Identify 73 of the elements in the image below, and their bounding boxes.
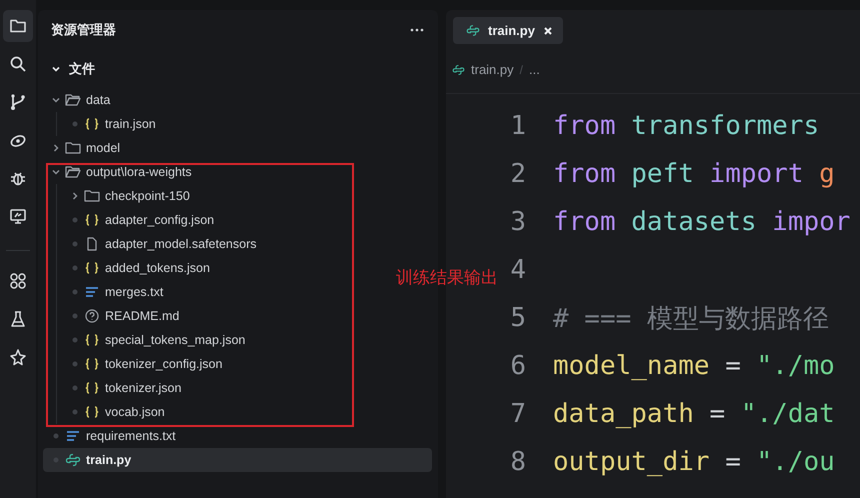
grid-icon	[9, 272, 27, 290]
annotation-label: 训练结果输出	[396, 267, 498, 289]
line-number: 7	[510, 399, 526, 429]
panel-title: 资源管理器	[51, 21, 116, 39]
close-icon[interactable]	[542, 26, 553, 36]
dot-icon	[70, 311, 80, 321]
file-item[interactable]: train.py	[43, 448, 432, 472]
open-folder-icon	[65, 165, 81, 179]
open-folder-icon	[65, 93, 81, 107]
dot-icon	[70, 287, 80, 297]
branch-icon	[9, 93, 27, 111]
dot-icon	[51, 431, 61, 441]
braces-icon	[84, 357, 100, 371]
code-line: model_name = "./mo	[553, 351, 835, 381]
code-line: from peft import g	[553, 159, 835, 189]
file-item[interactable]: train.json	[43, 112, 432, 136]
code-line: # === 模型与数据路径	[553, 302, 829, 336]
braces-icon	[84, 213, 100, 227]
star-icon	[9, 348, 27, 366]
dot-icon	[70, 239, 80, 249]
file-item[interactable]: adapter_model.safetensors	[43, 232, 432, 256]
dot-icon	[70, 383, 80, 393]
file-item[interactable]: tokenizer_config.json	[43, 352, 432, 376]
line-number: 2	[510, 159, 526, 189]
folder-icon	[65, 141, 81, 155]
folder-item[interactable]: model	[43, 136, 432, 160]
braces-icon	[84, 261, 100, 275]
file-item[interactable]: adapter_config.json	[43, 208, 432, 232]
search-icon	[9, 55, 27, 73]
tab-label: train.py	[488, 23, 535, 38]
dot-icon	[70, 119, 80, 129]
dot-icon	[70, 359, 80, 369]
flask-icon	[9, 310, 27, 328]
code-line: data_path = "./dat	[553, 399, 835, 429]
file-item[interactable]: README.md	[43, 304, 432, 328]
braces-icon	[84, 333, 100, 347]
files-icon	[9, 17, 27, 35]
line-number: 3	[510, 207, 526, 237]
dot-icon	[70, 263, 80, 273]
editor-tab[interactable]: train.py	[453, 17, 563, 44]
dot-icon	[70, 407, 80, 417]
chevron-icon	[51, 64, 61, 74]
file-item[interactable]: requirements.txt	[43, 424, 432, 448]
lines-icon	[65, 429, 81, 443]
braces-icon	[84, 405, 100, 419]
dot-icon	[70, 335, 80, 345]
breadcrumb-item[interactable]: ...	[528, 62, 540, 77]
dot-icon	[70, 215, 80, 225]
more-icon[interactable]	[410, 28, 424, 32]
code-line: output_dir = "./ou	[553, 447, 835, 477]
line-number: 8	[510, 447, 526, 477]
monitor-icon	[9, 207, 27, 225]
breadcrumb-item[interactable]: train.py	[471, 62, 514, 77]
code-line: from transformers	[553, 111, 820, 141]
file-item[interactable]: tokenizer.json	[43, 376, 432, 400]
code-line: from datasets impor	[553, 207, 850, 237]
braces-icon	[84, 381, 100, 395]
folder-item[interactable]: output\lora-weights	[43, 160, 432, 184]
files-button[interactable]	[3, 10, 33, 42]
line-number: 6	[510, 351, 526, 381]
braces-icon	[84, 117, 100, 131]
folder-item[interactable]: data	[43, 88, 432, 112]
section-header[interactable]: 文件	[38, 50, 438, 88]
folder-item[interactable]: checkpoint-150	[43, 184, 432, 208]
question-icon	[84, 309, 100, 323]
lines-icon	[84, 285, 100, 299]
line-number: 5	[510, 303, 526, 333]
folder-icon	[84, 189, 100, 203]
line-number: 1	[510, 111, 526, 141]
breadcrumb-separator: /	[520, 62, 523, 76]
line-number: 4	[510, 255, 526, 285]
file-item[interactable]: special_tokens_map.json	[43, 328, 432, 352]
file-item[interactable]: vocab.json	[43, 400, 432, 424]
